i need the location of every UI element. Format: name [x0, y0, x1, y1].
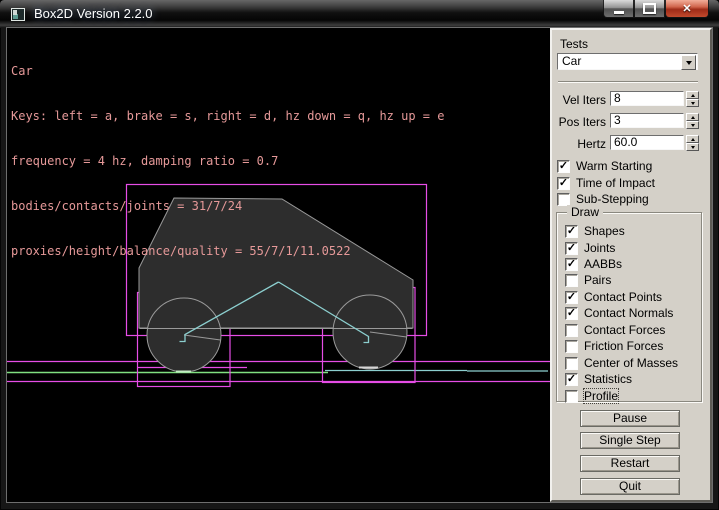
checkbox-warm-starting[interactable]: ✓ Warm Starting: [557, 159, 652, 173]
pos-iters-label: Pos Iters: [552, 115, 606, 129]
tests-dropdown-value: Car: [562, 54, 581, 68]
titlebar[interactable]: Box2D Version 2.2.0 ✕: [0, 0, 719, 28]
checkbox-contact-normals[interactable]: ✓ Contact Normals: [565, 306, 673, 320]
checkbox-icon[interactable]: [565, 390, 578, 403]
hud-text: Car Keys: left = a, brake = s, right = d…: [11, 34, 444, 289]
vel-iters-spinner: [686, 91, 699, 108]
checkbox-joints[interactable]: ✓ Joints: [565, 241, 615, 255]
draw-groupbox: Draw ✓ Shapes ✓ Joints ✓ AABBs Pairs: [556, 212, 702, 402]
app-icon: [11, 8, 25, 21]
checkbox-icon[interactable]: [557, 193, 570, 206]
pos-iters-field[interactable]: 3: [610, 113, 684, 128]
checkbox-icon[interactable]: ✓: [565, 307, 578, 320]
arrow-up-icon: [691, 94, 695, 97]
window-controls: ✕: [603, 0, 709, 18]
vel-iters-up-button[interactable]: [686, 91, 699, 99]
checkbox-contact-points[interactable]: ✓ Contact Points: [565, 290, 662, 304]
checkbox-time-of-impact[interactable]: ✓ Time of Impact: [557, 176, 655, 190]
checkbox-aabbs[interactable]: ✓ AABBs: [565, 257, 622, 271]
pos-iters-spinner: [686, 113, 699, 130]
checkbox-icon[interactable]: ✓: [565, 373, 578, 386]
checkbox-icon[interactable]: [565, 274, 578, 287]
checkbox-icon[interactable]: ✓: [565, 258, 578, 271]
checkbox-label: Contact Normals: [584, 306, 673, 320]
hertz-label: Hertz: [552, 137, 606, 151]
arrow-down-icon: [691, 146, 695, 149]
hud-line-proxies: proxies/height/balance/quality = 55/7/1/…: [11, 244, 444, 259]
checkbox-label: Sub-Stepping: [576, 192, 649, 206]
window-content: Car Keys: left = a, brake = s, right = d…: [7, 28, 712, 502]
checkbox-label: Friction Forces: [584, 339, 663, 353]
checkbox-label: AABBs: [584, 257, 622, 271]
hud-line-bodies: bodies/contacts/joints = 31/7/24: [11, 199, 444, 214]
separator: [558, 81, 698, 83]
vel-iters-down-button[interactable]: [686, 99, 699, 107]
pos-iters-down-button[interactable]: [686, 121, 699, 129]
app-window: Box2D Version 2.2.0 ✕: [0, 0, 719, 510]
checkbox-icon[interactable]: [565, 357, 578, 370]
restart-button[interactable]: Restart: [580, 455, 680, 472]
draw-group-label: Draw: [567, 205, 603, 219]
hertz-field[interactable]: 60.0: [610, 135, 684, 150]
hertz-spinner: [686, 135, 699, 152]
checkbox-label: Contact Forces: [584, 323, 665, 337]
checkbox-label: Statistics: [584, 372, 632, 386]
vel-iters-field[interactable]: 8: [610, 91, 684, 106]
checkbox-label: Contact Points: [584, 290, 662, 304]
checkbox-icon[interactable]: [565, 324, 578, 337]
checkbox-contact-forces[interactable]: Contact Forces: [565, 323, 665, 337]
control-panel: Tests Car Vel Iters 8 Pos Iters 3 Hertz …: [550, 28, 712, 502]
checkbox-center-of-masses[interactable]: Center of Masses: [565, 356, 678, 370]
hud-line-frequency: frequency = 4 hz, damping ratio = 0.7: [11, 154, 444, 169]
checkbox-icon[interactable]: ✓: [557, 160, 570, 173]
checkbox-label: Profile: [584, 389, 618, 403]
checkbox-icon[interactable]: ✓: [565, 242, 578, 255]
checkbox-label: Center of Masses: [584, 356, 678, 370]
vel-iters-label: Vel Iters: [552, 93, 606, 107]
checkbox-shapes[interactable]: ✓ Shapes: [565, 224, 625, 238]
maximize-button[interactable]: [634, 0, 665, 18]
checkbox-profile[interactable]: Profile: [565, 389, 618, 403]
checkbox-icon[interactable]: [565, 340, 578, 353]
tests-dropdown-button[interactable]: [681, 55, 696, 70]
checkbox-friction-forces[interactable]: Friction Forces: [565, 339, 663, 353]
quit-button[interactable]: Quit: [580, 478, 680, 495]
close-button[interactable]: ✕: [665, 0, 709, 18]
pos-iters-up-button[interactable]: [686, 113, 699, 121]
checkbox-icon[interactable]: ✓: [565, 225, 578, 238]
maximize-icon: [643, 3, 656, 14]
arrow-up-icon: [691, 116, 695, 119]
checkbox-pairs[interactable]: Pairs: [565, 273, 611, 287]
close-icon: ✕: [682, 2, 691, 15]
hud-line-keys: Keys: left = a, brake = s, right = d, hz…: [11, 109, 444, 124]
window-title: Box2D Version 2.2.0: [34, 6, 153, 21]
physics-canvas[interactable]: Car Keys: left = a, brake = s, right = d…: [7, 28, 550, 502]
checkbox-label: Warm Starting: [576, 159, 652, 173]
checkbox-label: Shapes: [584, 224, 625, 238]
teeter-plank: [325, 371, 548, 372]
arrow-down-icon: [691, 124, 695, 127]
checkbox-label: Joints: [584, 241, 615, 255]
rear-contact-point: [176, 371, 191, 373]
single-step-button[interactable]: Single Step: [580, 432, 680, 449]
checkbox-icon[interactable]: ✓: [565, 291, 578, 304]
arrow-down-icon: [691, 102, 695, 105]
front-contact-point: [359, 367, 378, 369]
hertz-down-button[interactable]: [686, 143, 699, 151]
pause-button[interactable]: Pause: [580, 410, 680, 427]
minimize-button[interactable]: [603, 0, 634, 18]
tests-dropdown[interactable]: Car: [557, 53, 698, 70]
arrow-up-icon: [691, 138, 695, 141]
hud-line-test-name: Car: [11, 64, 444, 79]
checkbox-icon[interactable]: ✓: [557, 177, 570, 190]
tests-label: Tests: [560, 37, 588, 51]
checkbox-label: Time of Impact: [576, 176, 655, 190]
checkbox-statistics[interactable]: ✓ Statistics: [565, 372, 632, 386]
checkbox-sub-stepping[interactable]: Sub-Stepping: [557, 192, 649, 206]
checkbox-label: Pairs: [584, 273, 611, 287]
minimize-icon: [614, 11, 624, 14]
hertz-up-button[interactable]: [686, 135, 699, 143]
chevron-down-icon: [686, 61, 692, 65]
